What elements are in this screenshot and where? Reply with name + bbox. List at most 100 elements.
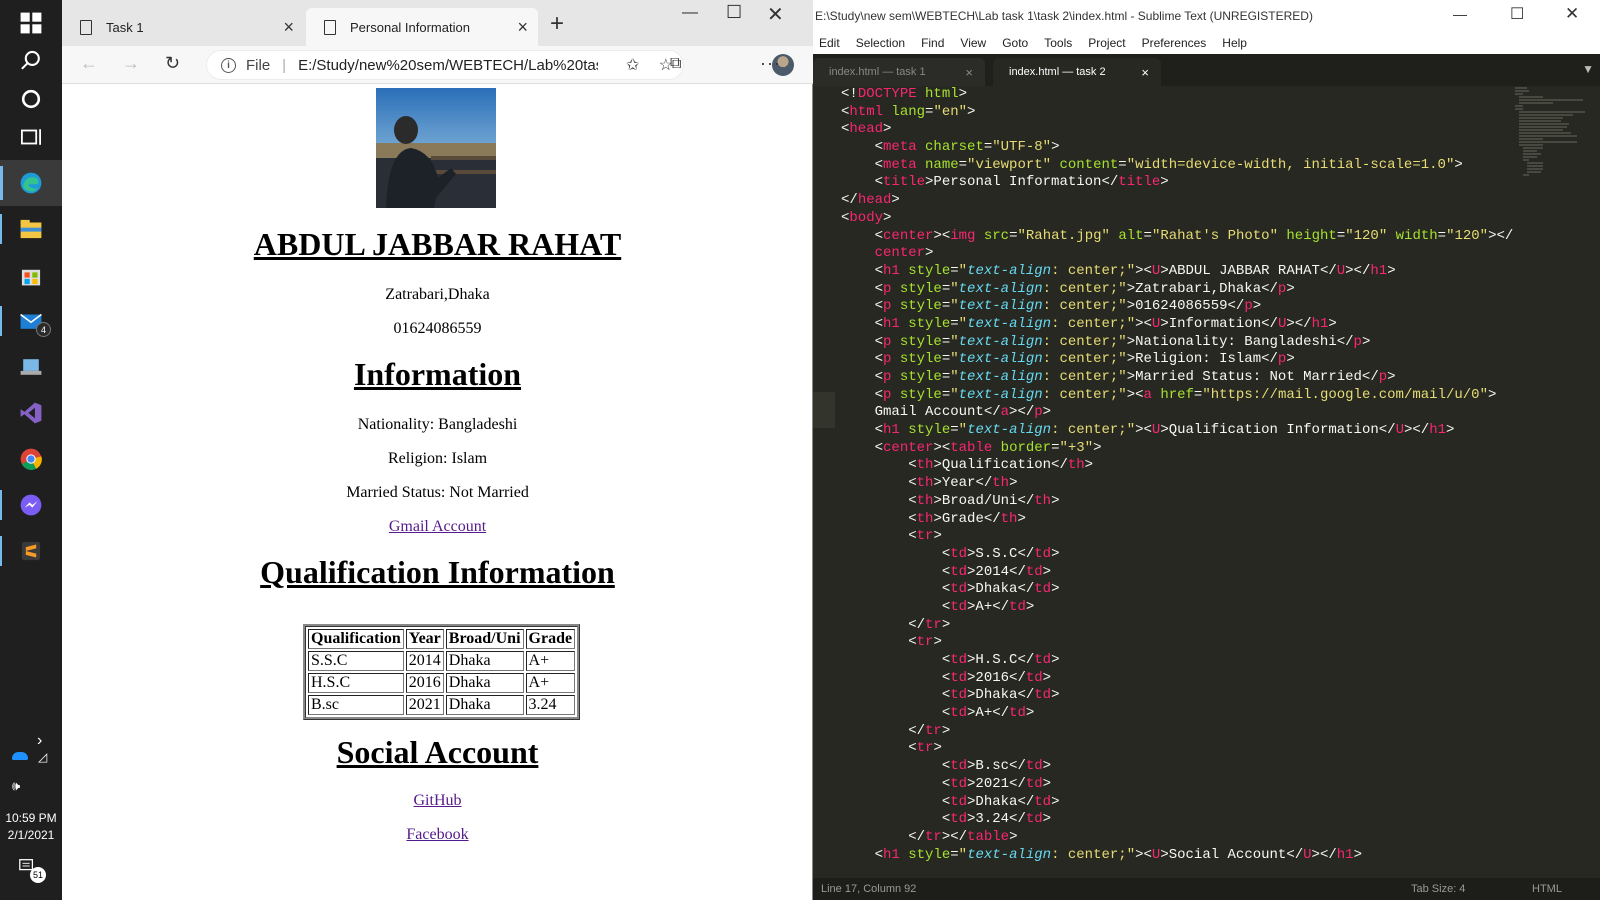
action-center-icon[interactable]: 51 [18,857,46,883]
forward-icon[interactable]: → [122,53,140,74]
status-bar: Line 17, Column 92 Tab Size: 4 HTML [813,878,1600,900]
gmail-account-link[interactable]: Gmail Account [389,518,486,535]
tab-label: Task 1 [106,19,144,35]
table-header: Year [405,629,444,649]
married-status-text: Married Status: Not Married [346,484,529,501]
volume-icon[interactable]: 🕪 [12,778,20,794]
browser-tab-strip: Task 1 × Personal Information × + — ☐ ✕ [62,0,813,46]
table-header-row: Qualification Year Broad/Uni Grade [308,629,576,649]
messenger-icon[interactable] [0,482,62,528]
table-row: B.sc 2021 Dhaka 3.24 [308,695,576,715]
cursor-position: Line 17, Column 92 [821,883,917,895]
editor-tab-bar: index.html — task 1 × index.html — task … [813,54,1600,86]
table-cell: 3.24 [525,695,576,715]
table-cell: A+ [525,673,576,693]
document-icon [80,19,92,35]
mail-icon[interactable]: 4 [0,298,62,344]
address-bar[interactable]: i File | E:/Study/new%20sem/WEBTECH/Lab%… [206,50,684,80]
tab-label: Personal Information [350,19,470,35]
store-icon[interactable] [0,252,62,298]
table-header: Broad/Uni [445,629,524,649]
web-page-content: ABDUL JABBAR RAHAT Zatrabari,Dhaka 01624… [62,84,813,900]
url-text: E:/Study/new%20sem/WEBTECH/Lab%20task%20… [298,56,598,74]
code-editor[interactable]: <!DOCTYPE html> <html lang="en"> <head> <m… [841,86,1561,878]
tab-size-indicator[interactable]: Tab Size: 4 [1411,878,1465,900]
browser-tab-task1[interactable]: Task 1 × [62,8,304,46]
network-icon[interactable]: ◿ [38,750,47,764]
qualification-table: Qualification Year Broad/Uni Grade S.S.C… [303,624,581,720]
social-account-heading: Social Account [336,734,539,770]
menu-tools[interactable]: Tools [1044,36,1072,50]
notification-count: 51 [30,867,46,883]
menu-help[interactable]: Help [1222,36,1247,50]
editor-tab-task2[interactable]: index.html — task 2 × [993,58,1161,86]
table-row: S.S.C 2014 Dhaka A+ [308,651,576,671]
close-tab-icon[interactable]: × [283,17,294,38]
facebook-link[interactable]: Facebook [406,826,468,843]
menu-selection[interactable]: Selection [856,36,905,50]
table-cell: Dhaka [445,673,524,693]
table-header: Qualification [308,629,404,649]
menu-goto[interactable]: Goto [1002,36,1028,50]
menu-bar: Edit Selection Find View Goto Tools Proj… [813,32,1600,54]
table-cell: 2014 [405,651,444,671]
browser-tab-personal-information[interactable]: Personal Information × [306,8,538,46]
sublime-text-window: E:\Study\new sem\WEBTECH\Lab task 1\task… [813,0,1600,900]
onedrive-icon[interactable] [12,752,28,760]
task-view-icon[interactable] [0,114,62,160]
information-heading: Information [353,356,522,392]
person-name-heading: ABDUL JABBAR RAHAT [253,226,622,262]
mail-badge: 4 [36,322,51,337]
visual-studio-icon[interactable] [0,390,62,436]
document-icon [324,19,336,35]
minimize-icon[interactable]: — [1453,6,1467,22]
edge-icon[interactable] [0,160,62,206]
close-tab-icon[interactable]: × [965,65,973,80]
laptop-icon[interactable] [0,344,62,390]
close-tab-icon[interactable]: × [517,17,528,38]
close-window-icon[interactable]: ✕ [1565,4,1579,24]
table-cell: Dhaka [445,651,524,671]
line-gutter [813,86,841,878]
favorites-icon[interactable]: ✩ [626,55,639,75]
back-icon[interactable]: ← [80,53,98,74]
menu-view[interactable]: View [960,36,986,50]
table-cell: 2016 [405,673,444,693]
browser-toolbar: ← → ↻ i File | E:/Study/new%20sem/WEBTEC… [62,46,813,84]
syntax-indicator[interactable]: HTML [1532,878,1562,900]
menu-edit[interactable]: Edit [819,36,840,50]
menu-find[interactable]: Find [921,36,944,50]
table-cell: B.sc [308,695,404,715]
show-hidden-icons-icon[interactable]: › [37,732,42,750]
maximize-icon[interactable]: ☐ [1510,4,1524,24]
scheme-label: File [246,56,271,74]
maximize-icon[interactable]: ☐ [726,2,742,23]
clock-time: 10:59 PM [5,811,57,825]
settings-more-icon[interactable]: ··· [760,53,781,74]
close-window-icon[interactable]: ✕ [767,2,784,27]
file-explorer-icon[interactable] [0,206,62,252]
new-tab-button[interactable]: + [550,10,564,38]
github-link[interactable]: GitHub [414,792,462,809]
menu-project[interactable]: Project [1088,36,1125,50]
table-cell: Dhaka [445,695,524,715]
menu-preferences[interactable]: Preferences [1142,36,1207,50]
info-icon[interactable]: i [221,57,236,73]
refresh-icon[interactable]: ↻ [165,53,180,74]
minimize-icon[interactable]: — [682,4,698,22]
tab-list-dropdown-icon[interactable]: ▼ [1582,62,1594,76]
code-minimap[interactable] [1513,86,1593,196]
window-title: E:\Study\new sem\WEBTECH\Lab task 1\task… [813,0,1600,32]
qualification-heading: Qualification Information [260,554,615,590]
edge-browser-window: Task 1 × Personal Information × + — ☐ ✕ … [62,0,813,900]
collections-icon[interactable]: ⧉ [670,55,681,73]
editor-tab-task1[interactable]: index.html — task 1 × [813,58,985,86]
address-text: Zatrabari,Dhaka [385,286,490,303]
table-cell: H.S.C [308,673,404,693]
table-header: Grade [525,629,576,649]
sublime-text-icon[interactable] [0,528,62,574]
clock-date: 2/1/2021 [7,828,55,842]
system-clock[interactable]: 10:59 PM 2/1/2021 [0,810,62,844]
close-tab-icon[interactable]: × [1141,65,1149,80]
chrome-icon[interactable] [0,436,62,482]
